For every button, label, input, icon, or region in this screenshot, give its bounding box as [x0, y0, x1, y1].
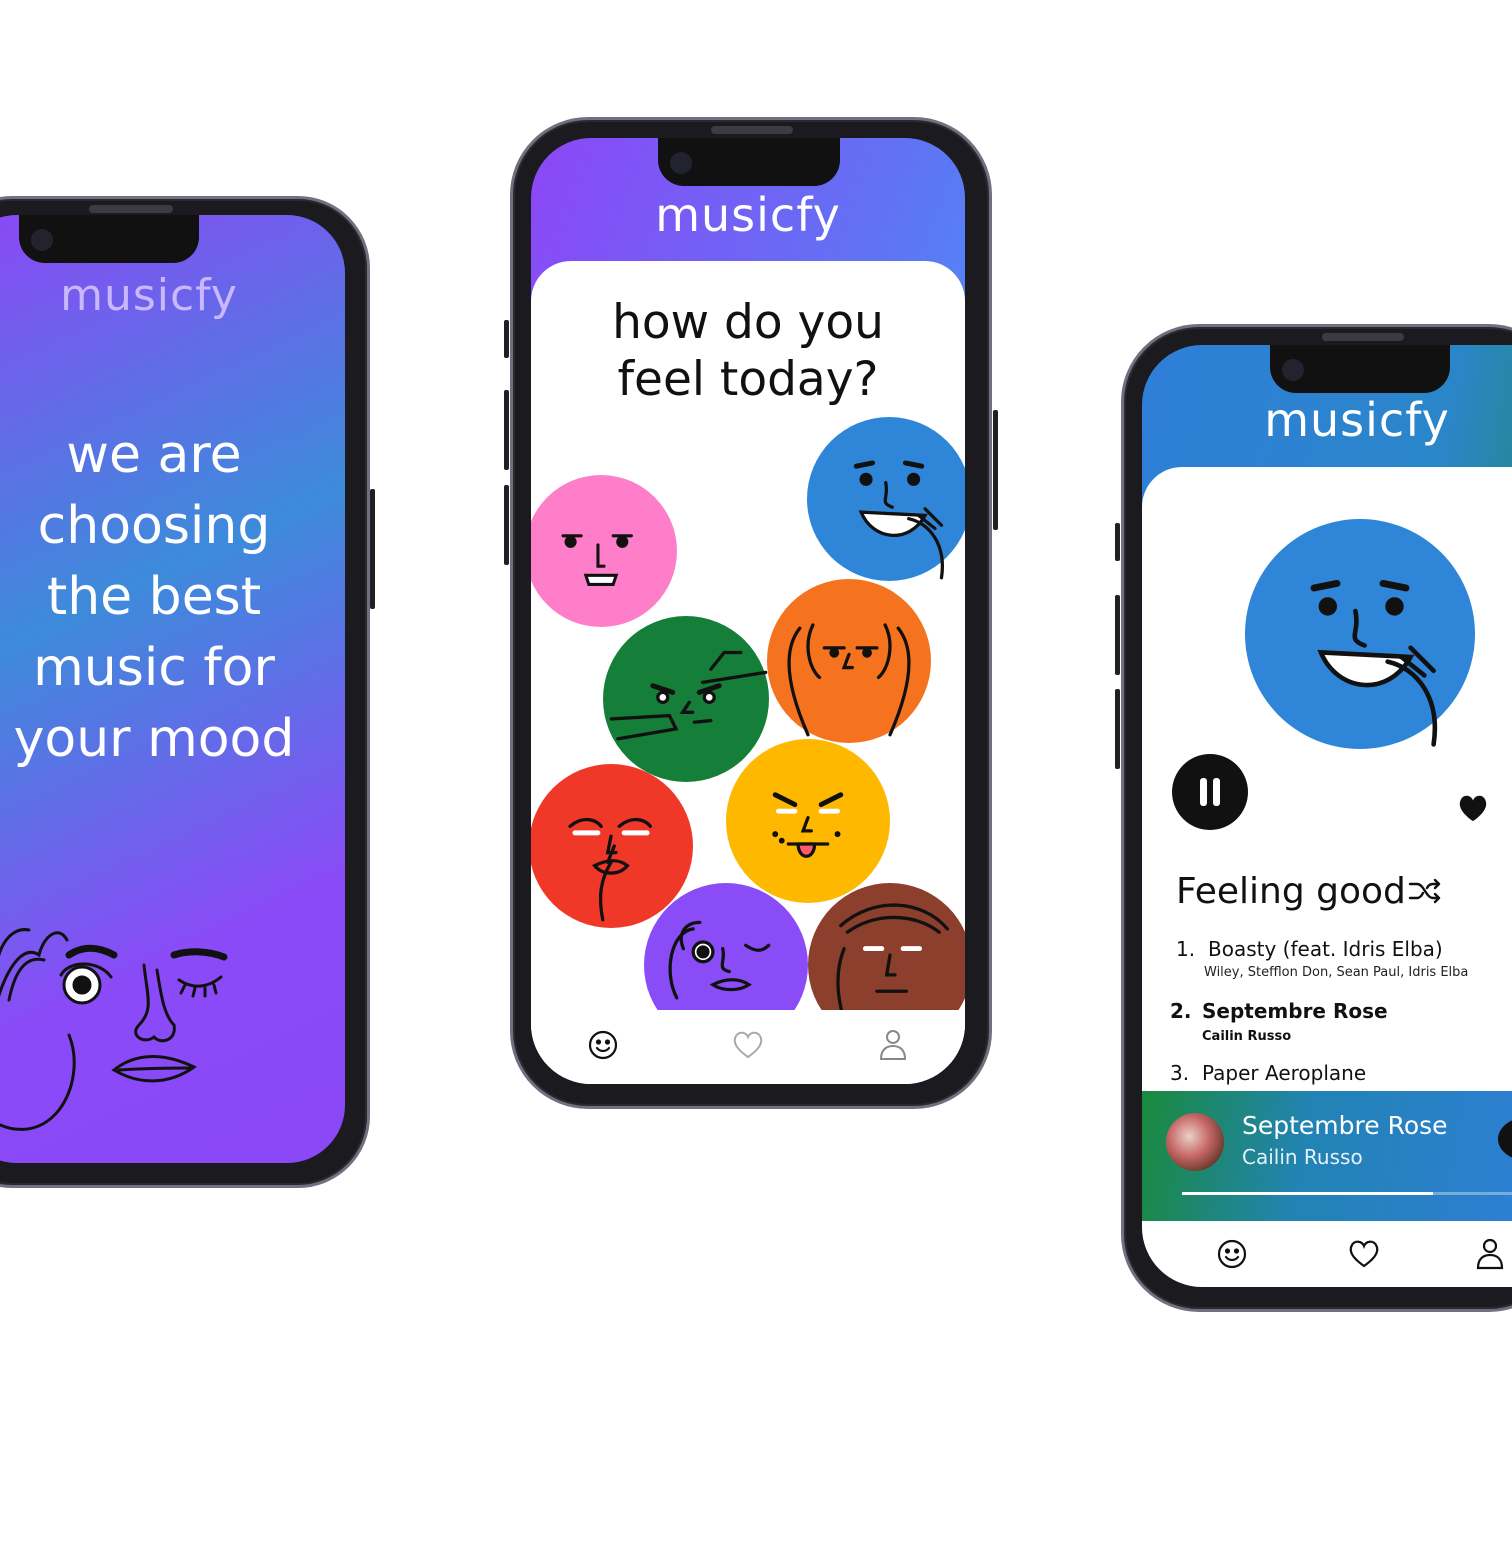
shuffle-button[interactable]: [1408, 877, 1444, 907]
playlist-title: Feeling good: [1176, 871, 1406, 912]
smiley-icon: [1217, 1239, 1247, 1269]
tagline: we are choosing the best music for your …: [0, 420, 345, 775]
tagline-line: music for: [33, 638, 275, 698]
tab-bar: [1142, 1221, 1512, 1287]
tagline-line: your mood: [13, 709, 295, 769]
phone-splash: musicfy we are choosing the best music f…: [0, 196, 375, 1188]
like-button[interactable]: [1456, 793, 1492, 829]
mood-shocked-button[interactable]: [767, 579, 931, 743]
phone-mood-select: musicfy how do you feel today?: [504, 117, 998, 1109]
volume-down-button: [504, 485, 509, 565]
user-icon: [879, 1030, 906, 1060]
tab-favorites[interactable]: [1344, 1234, 1384, 1274]
phone-player: musicfy Feeling good 1. Boasty (feat. Id…: [1115, 324, 1512, 1312]
mood-happy-button[interactable]: [807, 417, 965, 581]
mood-screen: musicfy how do you feel today?: [531, 138, 965, 1084]
notch: [19, 215, 199, 263]
notch: [1270, 345, 1450, 393]
player-card: Feeling good 1. Boasty (feat. Idris Elba…: [1142, 467, 1512, 1167]
volume-up-button: [504, 390, 509, 470]
track-row[interactable]: 1. Boasty (feat. Idris Elba) Wiley, Stef…: [1170, 937, 1512, 999]
side-button: [504, 320, 509, 358]
speaker-grille: [711, 126, 793, 134]
pause-button[interactable]: [1172, 754, 1248, 830]
track-list: 1. Boasty (feat. Idris Elba) Wiley, Stef…: [1170, 937, 1512, 1101]
volume-up-button: [1115, 595, 1120, 675]
mini-play-button[interactable]: [1498, 1117, 1512, 1161]
now-playing-artist: Cailin Russo: [1242, 1145, 1363, 1169]
question-heading: how do you feel today?: [531, 294, 965, 408]
silly-face-icon: [561, 534, 633, 586]
pause-icon: [1200, 778, 1220, 806]
track-title: Boasty (feat. Idris Elba): [1208, 937, 1443, 961]
volume-down-button: [1115, 689, 1120, 769]
winking-face-illustration: [0, 928, 228, 1131]
now-playing-bar[interactable]: Septembre Rose Cailin Russo: [1142, 1091, 1512, 1221]
app-logo: musicfy: [60, 270, 238, 321]
tagline-line: choosing: [37, 496, 271, 556]
front-camera: [670, 152, 692, 174]
app-logo: musicfy: [1264, 393, 1450, 447]
track-number: 1.: [1176, 937, 1196, 961]
tagline-line: we are: [66, 425, 242, 485]
tab-bar: [531, 1010, 965, 1084]
shuffle-icon: [1408, 878, 1441, 904]
track-artists: Cailin Russo: [1202, 1029, 1292, 1044]
smiley-icon: [589, 1030, 618, 1060]
progress-track[interactable]: [1182, 1192, 1512, 1195]
splash-screen: musicfy we are choosing the best music f…: [0, 215, 345, 1163]
happy-face-icon: [853, 460, 944, 580]
question-line: how do you: [612, 295, 884, 350]
track-title: Paper Aeroplane: [1202, 1061, 1367, 1085]
speaker-grille: [89, 205, 173, 213]
side-button: [1115, 523, 1120, 561]
speaker-grille: [1322, 333, 1404, 341]
tagline-line: the best: [46, 567, 262, 627]
user-icon: [1476, 1238, 1504, 1270]
shocked-face-icon: [787, 623, 911, 737]
tab-favorites[interactable]: [728, 1025, 768, 1065]
mood-cheeky-button[interactable]: [726, 739, 890, 903]
tab-mood[interactable]: [1212, 1234, 1252, 1274]
mood-silly-button[interactable]: [531, 475, 677, 627]
track-title: Septembre Rose: [1202, 999, 1388, 1023]
side-button: [370, 489, 375, 609]
heart-icon: [1349, 1240, 1379, 1268]
tab-profile[interactable]: [1470, 1234, 1510, 1274]
app-logo: musicfy: [655, 188, 841, 242]
track-row-current[interactable]: 2. Septembre Rose Cailin Russo: [1170, 999, 1512, 1061]
notch: [658, 138, 840, 186]
happy-face-icon: [1310, 579, 1438, 747]
cheeky-face-icon: [772, 792, 844, 858]
track-number: 2.: [1170, 999, 1192, 1023]
front-camera: [1282, 359, 1304, 381]
power-button: [993, 410, 998, 530]
now-playing-artwork: [1166, 1113, 1224, 1171]
question-line: feel today?: [617, 352, 879, 407]
player-screen: musicfy Feeling good 1. Boasty (feat. Id…: [1142, 345, 1512, 1287]
track-artists: Wiley, Stefflon Don, Sean Paul, Idris El…: [1204, 965, 1469, 980]
content-card: how do you feel today?: [531, 261, 965, 1084]
heart-icon: [733, 1031, 763, 1059]
front-camera: [31, 229, 53, 251]
tab-profile[interactable]: [873, 1025, 913, 1065]
tab-mood[interactable]: [583, 1025, 623, 1065]
now-playing-title: Septembre Rose: [1242, 1111, 1448, 1140]
album-art-happy-face: [1245, 519, 1475, 749]
progress-fill: [1182, 1192, 1433, 1195]
track-number: 3.: [1170, 1061, 1190, 1085]
heart-filled-icon: [1459, 795, 1487, 822]
